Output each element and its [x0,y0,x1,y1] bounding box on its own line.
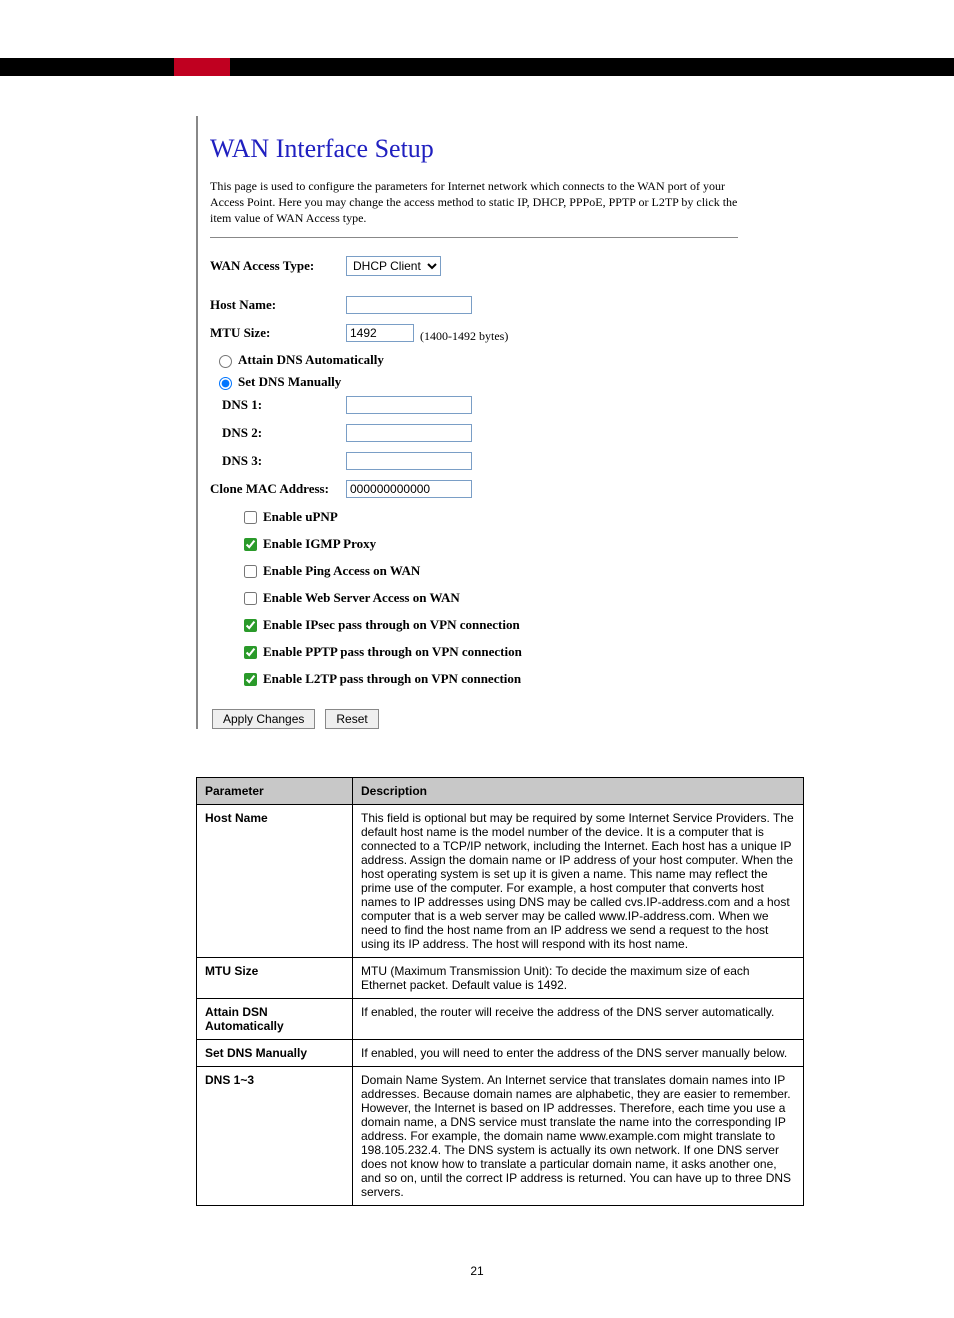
checkbox-row: Enable Web Server Access on WAN [240,589,760,608]
param-cell: Host Name [197,804,353,957]
mtu-input[interactable] [346,324,414,342]
mtu-row: MTU Size: (1400-1492 bytes) [210,324,760,342]
mtu-hint: (1400-1492 bytes) [420,329,508,344]
clone-mac-label: Clone MAC Address: [210,481,346,497]
param-cell: DNS 1~3 [197,1066,353,1205]
dns2-input[interactable] [346,424,472,442]
dns-manual-row: Set DNS Manually [214,374,760,390]
option-label: Enable uPNP [263,509,338,525]
option-checkbox[interactable] [244,511,257,524]
wan-access-type-label: WAN Access Type: [210,258,346,274]
dns3-label: DNS 3: [210,453,346,469]
option-checkbox[interactable] [244,538,257,551]
dns2-row: DNS 2: [210,424,760,442]
option-label: Enable IGMP Proxy [263,536,376,552]
desc-cell: If enabled, you will need to enter the a… [353,1039,804,1066]
table-row: Attain DSN AutomaticallyIf enabled, the … [197,998,804,1039]
option-label: Enable IPsec pass through on VPN connect… [263,617,520,633]
checkbox-row: Enable PPTP pass through on VPN connecti… [240,643,760,662]
checkbox-row: Enable IPsec pass through on VPN connect… [240,616,760,635]
checkbox-row: Enable IGMP Proxy [240,535,760,554]
dns-auto-label: Attain DNS Automatically [238,352,384,368]
option-label: Enable L2TP pass through on VPN connecti… [263,671,521,687]
table-header-param: Parameter [197,777,353,804]
page-number: 21 [0,1264,954,1318]
table-row: Host NameThis field is optional but may … [197,804,804,957]
dns2-label: DNS 2: [210,425,346,441]
checkbox-row: Enable L2TP pass through on VPN connecti… [240,670,760,689]
table-row: DNS 1~3Domain Name System. An Internet s… [197,1066,804,1205]
param-cell: Set DNS Manually [197,1039,353,1066]
checkbox-row: Enable uPNP [240,508,760,527]
page-title: WAN Interface Setup [210,134,760,164]
dns1-label: DNS 1: [210,397,346,413]
header-bar [0,58,954,76]
header-accent [174,58,230,76]
dns3-input[interactable] [346,452,472,470]
desc-cell: If enabled, the router will receive the … [353,998,804,1039]
reset-button[interactable]: Reset [325,709,378,729]
host-name-label: Host Name: [210,297,346,313]
option-label: Enable Ping Access on WAN [263,563,420,579]
table-row: MTU SizeMTU (Maximum Transmission Unit):… [197,957,804,998]
param-cell: Attain DSN Automatically [197,998,353,1039]
checkbox-row: Enable Ping Access on WAN [240,562,760,581]
desc-cell: MTU (Maximum Transmission Unit): To deci… [353,957,804,998]
wan-access-type-row: WAN Access Type: DHCP Client [210,256,760,276]
dns-manual-radio[interactable] [219,377,232,390]
option-checkbox[interactable] [244,673,257,686]
clone-mac-row: Clone MAC Address: [210,480,760,498]
option-label: Enable PPTP pass through on VPN connecti… [263,644,522,660]
dns-manual-label: Set DNS Manually [238,374,341,390]
option-label: Enable Web Server Access on WAN [263,590,460,606]
mtu-label: MTU Size: [210,325,346,341]
option-checkbox[interactable] [244,565,257,578]
option-checkbox[interactable] [244,592,257,605]
button-row: Apply Changes Reset [212,709,760,729]
wan-access-type-select[interactable]: DHCP Client [346,256,441,276]
clone-mac-input[interactable] [346,480,472,498]
parameter-table: Parameter Description Host NameThis fiel… [196,777,804,1206]
dns1-input[interactable] [346,396,472,414]
desc-cell: Domain Name System. An Internet service … [353,1066,804,1205]
host-name-input[interactable] [346,296,472,314]
dns-auto-radio[interactable] [219,355,232,368]
host-name-row: Host Name: [210,296,760,314]
option-checkbox[interactable] [244,646,257,659]
dns-auto-row: Attain DNS Automatically [214,352,760,368]
table-header-desc: Description [353,777,804,804]
param-cell: MTU Size [197,957,353,998]
dns1-row: DNS 1: [210,396,760,414]
option-checkbox[interactable] [244,619,257,632]
desc-cell: This field is optional but may be requir… [353,804,804,957]
table-row: Set DNS ManuallyIf enabled, you will nee… [197,1039,804,1066]
config-panel: WAN Interface Setup This page is used to… [196,116,760,729]
page-description: This page is used to configure the param… [210,178,738,227]
apply-changes-button[interactable]: Apply Changes [212,709,315,729]
dns3-row: DNS 3: [210,452,760,470]
divider [210,237,738,238]
